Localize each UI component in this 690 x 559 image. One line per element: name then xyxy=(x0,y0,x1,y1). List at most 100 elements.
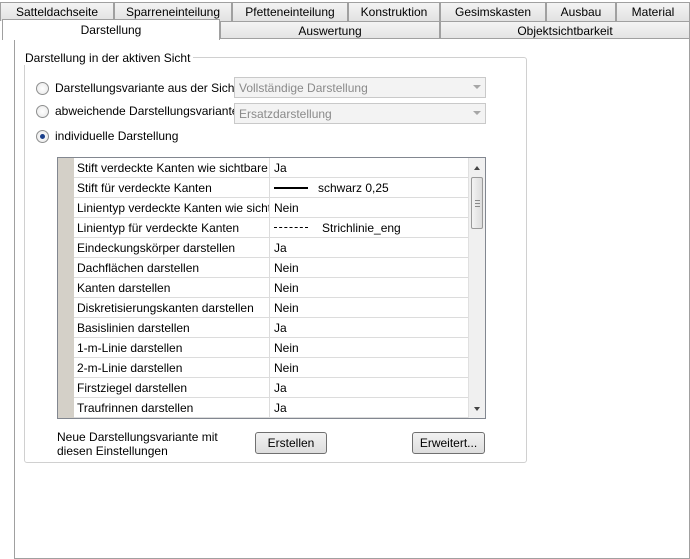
property-name: Dachflächen darstellen xyxy=(74,258,270,277)
value-text: Nein xyxy=(274,280,299,295)
radio-view-variant[interactable]: Darstellungsvariante aus der Sicht xyxy=(36,80,238,96)
tab-ausbau[interactable]: Ausbau xyxy=(546,2,616,21)
property-name: Traufrinnen darstellen xyxy=(74,398,270,417)
tab-label: Darstellung xyxy=(80,23,142,37)
radio-label: abweichende Darstellungsvariante xyxy=(55,104,239,118)
radio-individual[interactable]: individuelle Darstellung xyxy=(36,128,178,144)
chevron-down-icon xyxy=(473,85,481,89)
property-row[interactable]: Linientyp verdeckte Kanten wie sichtbar … xyxy=(74,198,468,218)
radio-label: Darstellungsvariante aus der Sicht xyxy=(55,81,238,95)
property-name: Stift verdeckte Kanten wie sichtbare Kar xyxy=(74,158,270,177)
tab-label: Satteldachseite xyxy=(15,5,99,19)
tab-material[interactable]: Material xyxy=(616,2,690,21)
tab-pfetteneinteilung[interactable]: Pfetteneinteilung xyxy=(232,2,348,21)
value-text: Ja xyxy=(274,400,287,415)
property-row[interactable]: Diskretisierungskanten darstellen Nein xyxy=(74,298,468,318)
vertical-scrollbar[interactable] xyxy=(468,158,485,418)
value-text: Ja xyxy=(274,240,287,255)
property-name: Firstziegel darstellen xyxy=(74,378,270,397)
property-row[interactable]: Eindeckungskörper darstellen Ja xyxy=(74,238,468,258)
property-row[interactable]: Stift verdeckte Kanten wie sichtbare Kar… xyxy=(74,158,468,178)
property-row[interactable]: Linientyp für verdeckte Kanten Strichlin… xyxy=(74,218,468,238)
button-label: Erstellen xyxy=(267,436,315,450)
grid-gutter xyxy=(58,158,74,418)
property-name: Linientyp für verdeckte Kanten xyxy=(74,218,270,237)
property-value[interactable]: Ja xyxy=(270,158,468,177)
tab-label: Objektsichtbarkeit xyxy=(517,24,613,38)
group-title: Darstellung in der aktiven Sicht xyxy=(22,51,194,65)
value-text: Ja xyxy=(274,380,287,395)
property-value[interactable]: Nein xyxy=(270,198,468,217)
property-name: 1-m-Linie darstellen xyxy=(74,338,270,357)
property-row[interactable]: Dachflächen darstellen Nein xyxy=(74,258,468,278)
property-row[interactable]: Firstziegel darstellen Ja xyxy=(74,378,468,398)
radio-alternative-variant[interactable]: abweichende Darstellungsvariante xyxy=(36,103,238,119)
value-text: Strichlinie_eng xyxy=(322,220,401,235)
property-name: Linientyp verdeckte Kanten wie sichtbar xyxy=(74,198,270,217)
tab-label: Ausbau xyxy=(560,5,602,19)
property-name: Stift für verdeckte Kanten xyxy=(74,178,270,197)
property-value[interactable]: Ja xyxy=(270,238,468,257)
radio-label: individuelle Darstellung xyxy=(55,129,179,143)
property-name: Basislinien darstellen xyxy=(74,318,270,337)
chevron-down-icon xyxy=(473,111,481,115)
property-value[interactable]: Nein xyxy=(270,338,468,357)
extended-button[interactable]: Erweitert... xyxy=(412,432,485,454)
tab-label: Material xyxy=(631,5,675,19)
property-name: Eindeckungskörper darstellen xyxy=(74,238,270,257)
scroll-down-icon[interactable] xyxy=(469,400,485,417)
radio-button[interactable] xyxy=(36,104,49,118)
property-row[interactable]: 2-m-Linie darstellen Nein xyxy=(74,358,468,378)
property-value[interactable]: schwarz 0,25 xyxy=(270,178,468,197)
tab-konstruktion[interactable]: Konstruktion xyxy=(348,2,440,21)
tab-label: Gesimskasten xyxy=(454,5,532,19)
new-variant-hint: Neue Darstellungsvariante mit diesen Ein… xyxy=(57,430,218,458)
property-value[interactable]: Ja xyxy=(270,398,468,417)
radio-button[interactable] xyxy=(36,129,49,143)
property-value[interactable]: Nein xyxy=(270,258,468,277)
property-value[interactable]: Strichlinie_eng xyxy=(270,218,468,237)
property-value[interactable]: Nein xyxy=(270,358,468,377)
property-value[interactable]: Nein xyxy=(270,278,468,297)
value-text: Nein xyxy=(274,260,299,275)
create-button[interactable]: Erstellen xyxy=(255,432,327,454)
value-text: Nein xyxy=(274,340,299,355)
select-value: Ersatzdarstellung xyxy=(239,106,332,121)
tab-label: Pfetteneinteilung xyxy=(245,5,335,19)
property-name: Diskretisierungskanten darstellen xyxy=(74,298,270,317)
property-row[interactable]: Stift für verdeckte Kanten schwarz 0,25 xyxy=(74,178,468,198)
grid-rows: Stift verdeckte Kanten wie sichtbare Kar… xyxy=(74,158,468,418)
tab-label: Auswertung xyxy=(298,24,362,38)
grip-line xyxy=(475,203,480,204)
value-text: Nein xyxy=(274,200,299,215)
button-label: Erweitert... xyxy=(419,436,478,450)
grip-line xyxy=(475,200,480,201)
property-name: 2-m-Linie darstellen xyxy=(74,358,270,377)
property-row[interactable]: Basislinien darstellen Ja xyxy=(74,318,468,338)
dashed-line-icon xyxy=(274,227,308,228)
scroll-thumb[interactable] xyxy=(471,177,483,229)
view-variant-select[interactable]: Vollständige Darstellung xyxy=(234,77,486,98)
property-row[interactable]: Traufrinnen darstellen Ja xyxy=(74,398,468,418)
property-grid: Stift verdeckte Kanten wie sichtbare Kar… xyxy=(57,157,486,419)
tab-darstellung[interactable]: Darstellung xyxy=(2,19,220,40)
value-text: Ja xyxy=(274,320,287,335)
property-row[interactable]: Kanten darstellen Nein xyxy=(74,278,468,298)
value-text: Nein xyxy=(274,360,299,375)
tab-label: Konstruktion xyxy=(360,5,428,19)
property-value[interactable]: Nein xyxy=(270,298,468,317)
radio-button[interactable] xyxy=(36,81,49,95)
alternative-variant-select[interactable]: Ersatzdarstellung xyxy=(234,103,486,124)
property-name: Kanten darstellen xyxy=(74,278,270,297)
value-text: schwarz 0,25 xyxy=(318,180,389,195)
property-value[interactable]: Ja xyxy=(270,318,468,337)
property-row[interactable]: 1-m-Linie darstellen Nein xyxy=(74,338,468,358)
value-text: Ja xyxy=(274,160,287,175)
pen-line-icon xyxy=(274,186,308,189)
scroll-up-icon[interactable] xyxy=(469,159,485,176)
grip-line xyxy=(475,206,480,207)
value-text: Nein xyxy=(274,300,299,315)
tab-gesimskasten[interactable]: Gesimskasten xyxy=(440,2,546,21)
property-value[interactable]: Ja xyxy=(270,378,468,397)
select-value: Vollständige Darstellung xyxy=(239,80,368,95)
